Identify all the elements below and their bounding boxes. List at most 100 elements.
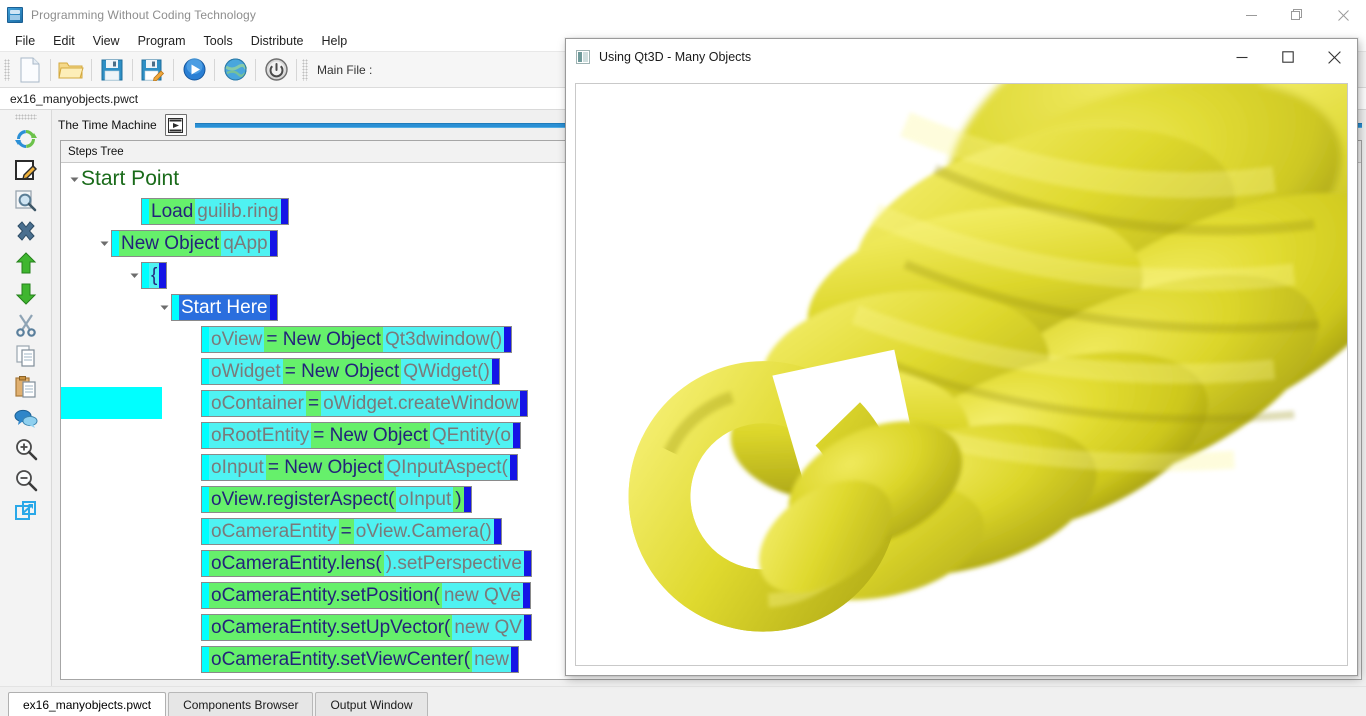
step-segment: ) <box>453 487 463 512</box>
toolbar-grip[interactable] <box>4 59 10 81</box>
tree-twisty-spacer <box>187 579 201 611</box>
step-block[interactable]: oRootEntity= New ObjectQEntity(o <box>201 422 521 449</box>
step-segment: oCameraEntity.setViewCenter( <box>209 647 472 672</box>
close-icon[interactable] <box>1311 39 1357 75</box>
film-play-icon[interactable] <box>165 114 187 136</box>
new-file-icon[interactable] <box>13 54 47 86</box>
step-block[interactable]: oCameraEntity.setUpVector(new QV <box>201 614 532 641</box>
step-segment: = New Object <box>266 455 385 480</box>
step-segment: = <box>306 391 321 416</box>
qt3d-render-canvas[interactable] <box>575 83 1348 666</box>
delete-icon[interactable] <box>6 216 46 247</box>
step-right-cap <box>523 583 530 608</box>
menu-item-edit[interactable]: Edit <box>44 31 84 51</box>
menu-item-file[interactable]: File <box>6 31 44 51</box>
expand-collapse-icon[interactable] <box>157 291 171 323</box>
step-left-cap <box>202 327 209 352</box>
expand-collapse-icon[interactable] <box>127 259 141 291</box>
toolbar-grip-2[interactable] <box>302 59 308 81</box>
maximize-icon[interactable] <box>1265 39 1311 75</box>
tree-twisty-spacer <box>187 483 201 515</box>
step-segment: oCameraEntity.setUpVector( <box>209 615 452 640</box>
expand-collapse-icon[interactable] <box>67 163 81 195</box>
save-as-icon[interactable] <box>136 54 170 86</box>
open-folder-icon[interactable] <box>54 54 88 86</box>
step-block[interactable]: oCameraEntity.setViewCenter(new <box>201 646 519 673</box>
menu-item-help[interactable]: Help <box>313 31 357 51</box>
step-segment: new <box>472 647 511 672</box>
step-block[interactable]: oCameraEntity.setPosition(new QVe <box>201 582 531 609</box>
toolbar-separator <box>173 59 174 81</box>
move-down-icon[interactable] <box>6 278 46 309</box>
step-segment: oCameraEntity <box>209 519 339 544</box>
preview-search-icon[interactable] <box>6 185 46 216</box>
power-icon[interactable] <box>259 54 293 86</box>
zoom-in-icon[interactable] <box>6 433 46 464</box>
step-right-cap <box>513 423 520 448</box>
tree-twisty-spacer <box>187 419 201 451</box>
minimize-icon[interactable] <box>1228 0 1274 30</box>
row-indent <box>61 563 187 564</box>
step-segment: { <box>149 263 159 288</box>
steps-tree-header-label: Steps Tree <box>68 146 124 158</box>
expand-collapse-icon[interactable] <box>97 227 111 259</box>
time-machine-label: The Time Machine <box>58 118 157 132</box>
step-left-cap <box>202 487 209 512</box>
tree-twisty-spacer <box>187 355 201 387</box>
current-filename: ex16_manyobjects.pwct <box>10 92 138 106</box>
step-segment: oView.registerAspect( <box>209 487 396 512</box>
step-block[interactable]: Loadguilib.ring <box>141 198 289 225</box>
copy-icon[interactable] <box>6 340 46 371</box>
tab-output-window[interactable]: Output Window <box>315 692 427 716</box>
toolbar-separator <box>296 59 297 81</box>
step-left-cap <box>202 519 209 544</box>
cut-icon[interactable] <box>6 309 46 340</box>
menu-item-program[interactable]: Program <box>129 31 195 51</box>
step-left-cap <box>202 583 209 608</box>
tab-components-browser[interactable]: Components Browser <box>168 692 313 716</box>
tab-ex16-manyobjects[interactable]: ex16_manyobjects.pwct <box>8 692 166 716</box>
expand-external-icon[interactable] <box>6 495 46 526</box>
move-up-icon[interactable] <box>6 247 46 278</box>
step-block[interactable]: oCameraEntity.lens().setPerspective <box>201 550 532 577</box>
step-block[interactable]: oView.registerAspect(oInput) <box>201 486 472 513</box>
step-segment: oInput <box>209 455 266 480</box>
run-icon[interactable] <box>177 54 211 86</box>
row-indent <box>61 627 187 628</box>
edit-icon[interactable] <box>6 154 46 185</box>
step-segment: oWidget <box>209 359 283 384</box>
tree-twisty-spacer <box>187 323 201 355</box>
menu-item-distribute[interactable]: Distribute <box>242 31 313 51</box>
globe-icon[interactable] <box>218 54 252 86</box>
toolbar-separator <box>50 59 51 81</box>
tree-twisty-spacer <box>187 515 201 547</box>
step-block[interactable]: oContainer=oWidget.createWindow <box>201 390 528 417</box>
step-segment: = New Object <box>311 423 430 448</box>
step-left-cap <box>202 647 209 672</box>
step-left-cap <box>202 551 209 576</box>
menu-item-tools[interactable]: Tools <box>195 31 242 51</box>
zoom-out-icon[interactable] <box>6 464 46 495</box>
restore-icon[interactable] <box>1274 0 1320 30</box>
minimize-icon[interactable] <box>1219 39 1265 75</box>
row-indent <box>61 307 157 308</box>
paste-icon[interactable] <box>6 371 46 402</box>
menu-item-view[interactable]: View <box>84 31 129 51</box>
sidebar-grip[interactable] <box>15 114 37 120</box>
save-icon[interactable] <box>95 54 129 86</box>
step-block[interactable]: oInput= New ObjectQInputAspect( <box>201 454 518 481</box>
step-segment: oInput <box>396 487 453 512</box>
step-block[interactable]: oCameraEntity=oView.Camera() <box>201 518 502 545</box>
step-segment: QInputAspect( <box>384 455 509 480</box>
comment-icon[interactable] <box>6 402 46 433</box>
step-right-cap <box>281 199 288 224</box>
close-icon[interactable] <box>1320 0 1366 30</box>
step-block[interactable]: { <box>141 262 167 289</box>
step-block[interactable]: Start Here <box>171 294 278 321</box>
step-block[interactable]: oView= New ObjectQt3dwindow() <box>201 326 512 353</box>
refresh-icon[interactable] <box>6 123 46 154</box>
step-block[interactable]: oWidget= New ObjectQWidget() <box>201 358 500 385</box>
step-block[interactable]: New ObjectqApp <box>111 230 278 257</box>
qt3d-window-controls <box>1219 39 1357 75</box>
step-segment: oCameraEntity.setPosition( <box>209 583 442 608</box>
